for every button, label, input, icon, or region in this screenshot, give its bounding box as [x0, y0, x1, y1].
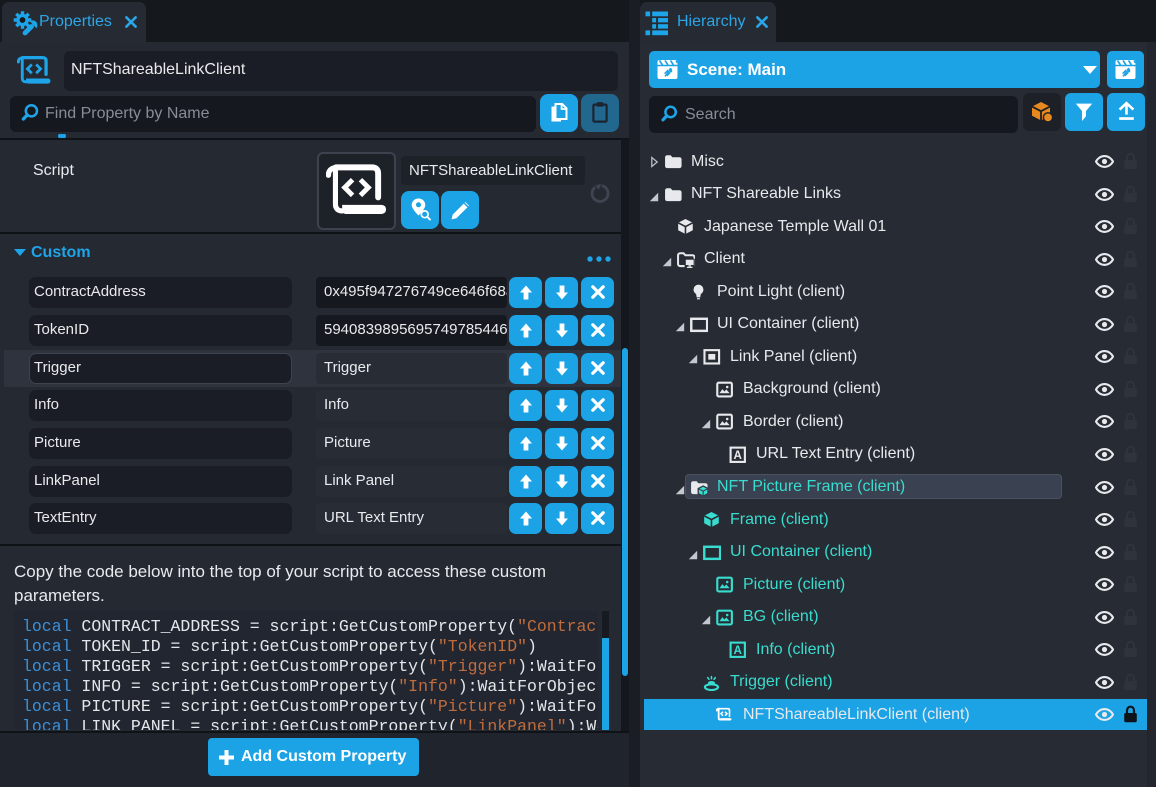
- svg-text:A: A: [733, 449, 742, 462]
- svg-text:A: A: [733, 644, 742, 657]
